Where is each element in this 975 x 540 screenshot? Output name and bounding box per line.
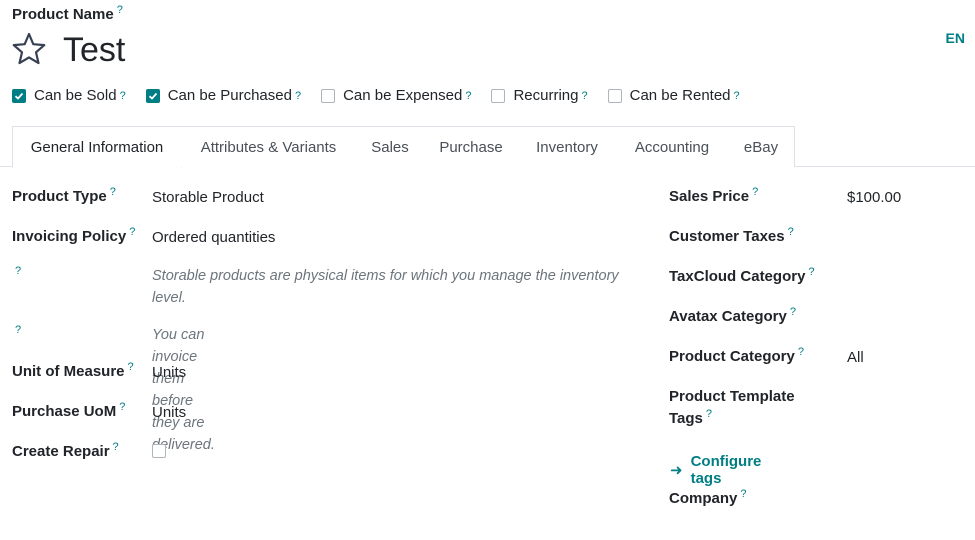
tab-attributes-variants[interactable]: Attributes & Variants (181, 126, 357, 167)
purchase-uom-field[interactable]: Units (152, 404, 186, 421)
can-be-sold-label: Can be Sold (34, 87, 117, 104)
product-name-help-icon[interactable]: ? (117, 4, 123, 16)
customer-taxes-help-icon[interactable]: ? (788, 226, 794, 238)
template-tags-label-line2-text: Tags (669, 410, 703, 427)
can-be-rented-label: Can be Rented (629, 87, 731, 104)
avatax-category-label-text: Avatax Category (669, 308, 787, 325)
storable-note-help-icon[interactable]: ? (15, 265, 21, 277)
sales-price-label: Sales Price? (669, 186, 758, 206)
can-be-expensed-checkbox[interactable] (321, 88, 336, 103)
storable-product-note: Storable products are physical items for… (152, 268, 619, 306)
template-tags-label-line1: Product Template (669, 388, 795, 405)
flag-recurring[interactable]: Recurring? (491, 87, 588, 104)
customer-taxes-label-text: Customer Taxes (669, 228, 785, 245)
tab-inventory[interactable]: Inventory (518, 126, 617, 167)
template-tags-label-line2: Tags? (669, 408, 712, 428)
flag-can-be-rented[interactable]: Can be Rented? (607, 87, 740, 104)
create-repair-checkbox[interactable] (152, 444, 166, 458)
product-name-label: Product Name? (12, 4, 123, 24)
invoice-note-help-icon[interactable]: ? (15, 324, 21, 336)
product-type-field[interactable]: Storable Product (152, 189, 264, 206)
can-be-purchased-label: Can be Purchased (167, 87, 292, 104)
invoicing-policy-field[interactable]: Ordered quantities (152, 229, 275, 246)
tab-purchase[interactable]: Purchase (424, 126, 519, 167)
create-repair-label-text: Create Repair (12, 443, 110, 460)
create-repair-label: Create Repair? (12, 441, 119, 461)
uom-help-icon[interactable]: ? (128, 361, 134, 373)
can-be-purchased-checkbox[interactable] (145, 88, 160, 103)
notebook-tabs: General Information Attributes & Variant… (0, 126, 975, 168)
can-be-sold-checkbox[interactable] (12, 88, 26, 103)
product-title[interactable]: Test (63, 30, 125, 70)
language-button[interactable]: EN (946, 30, 965, 46)
invoice-note: You can invoice them before they are del… (152, 327, 215, 453)
configure-tags-label: Configure tags (690, 453, 762, 487)
taxcloud-category-help-icon[interactable]: ? (808, 266, 814, 278)
customer-taxes-label: Customer Taxes? (669, 226, 794, 246)
can-be-expensed-label: Can be Expensed (343, 87, 463, 104)
product-category-label-text: Product Category (669, 348, 795, 365)
tab-accounting[interactable]: Accounting (616, 126, 729, 167)
favorite-star-icon[interactable] (11, 31, 47, 67)
uom-label-text: Unit of Measure (12, 363, 125, 380)
invoicing-policy-label: Invoicing Policy? (12, 226, 135, 246)
avatax-category-help-icon[interactable]: ? (790, 306, 796, 318)
product-category-field[interactable]: All (847, 349, 864, 366)
arrow-right-icon: ➜ (670, 462, 683, 479)
product-type-label-text: Product Type (12, 188, 107, 205)
uom-field[interactable]: Units (152, 364, 186, 381)
product-category-label: Product Category? (669, 346, 804, 366)
product-category-help-icon[interactable]: ? (798, 346, 804, 358)
product-type-help-icon[interactable]: ? (110, 186, 116, 198)
sales-price-help-icon[interactable]: ? (752, 186, 758, 198)
purchase-uom-label: Purchase UoM? (12, 401, 125, 421)
company-label-text: Company (669, 490, 738, 507)
recurring-label: Recurring (513, 87, 579, 104)
purchase-uom-help-icon[interactable]: ? (119, 401, 125, 413)
product-name-label-text: Product Name (12, 6, 114, 23)
flag-can-be-purchased[interactable]: Can be Purchased? (145, 87, 301, 104)
sales-price-label-text: Sales Price (669, 188, 750, 205)
can-be-rented-checkbox[interactable] (607, 88, 622, 103)
tab-sales[interactable]: Sales (356, 126, 425, 167)
product-type-label: Product Type? (12, 186, 116, 206)
company-help-icon[interactable]: ? (740, 488, 746, 500)
invoicing-policy-help-icon[interactable]: ? (129, 226, 135, 238)
tab-ebay[interactable]: eBay (728, 126, 795, 167)
template-tags-help-icon[interactable]: ? (706, 408, 712, 420)
product-flags: Can be Sold? Can be Purchased? Can be Ex… (12, 87, 760, 104)
purchase-uom-label-text: Purchase UoM (12, 403, 117, 420)
sales-price-field[interactable]: $100.00 (847, 189, 901, 206)
recurring-checkbox[interactable] (491, 88, 506, 103)
taxcloud-category-label-text: TaxCloud Category (669, 268, 806, 285)
flag-can-be-expensed[interactable]: Can be Expensed? (321, 87, 471, 104)
company-label: Company? (669, 488, 746, 508)
avatax-category-label: Avatax Category? (669, 306, 796, 326)
flag-can-be-sold[interactable]: Can be Sold? (12, 87, 126, 104)
invoicing-policy-label-text: Invoicing Policy (12, 228, 127, 245)
create-repair-help-icon[interactable]: ? (113, 441, 119, 453)
tab-general-information[interactable]: General Information (12, 126, 182, 168)
configure-tags-link[interactable]: ➜ Configure tags (670, 453, 761, 487)
taxcloud-category-label: TaxCloud Category? (669, 266, 815, 286)
uom-label: Unit of Measure? (12, 361, 134, 381)
